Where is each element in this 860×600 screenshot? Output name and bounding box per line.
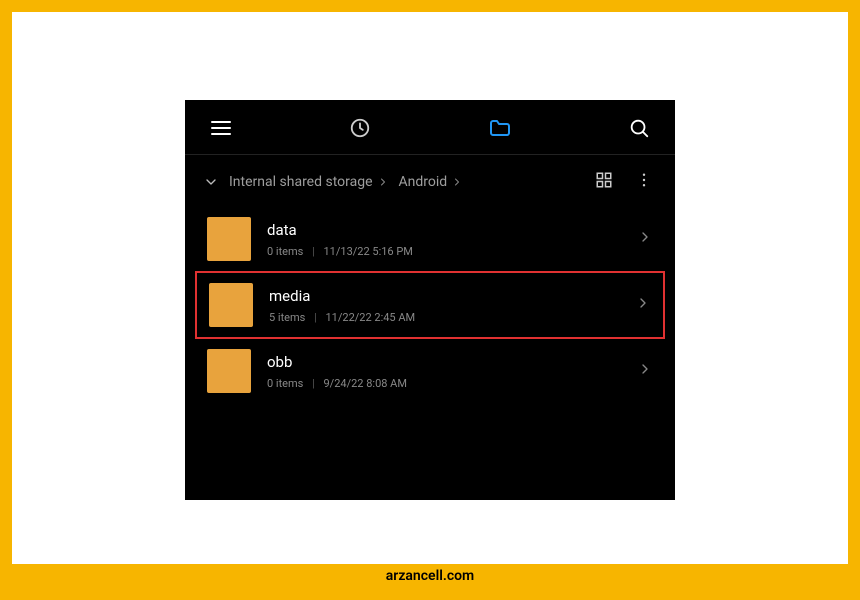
folder-open-chevron[interactable] — [635, 295, 651, 315]
chevron-right-icon — [635, 295, 651, 311]
search-icon — [628, 117, 650, 139]
breadcrumb[interactable]: Internal shared storage Android — [203, 174, 463, 190]
folder-text: obb 0 items | 9/24/22 8:08 AM — [267, 353, 621, 390]
breadcrumb-root[interactable]: Internal shared storage — [229, 174, 389, 190]
folder-meta: 5 items | 11/22/22 2:45 AM — [269, 311, 619, 324]
more-vertical-icon — [635, 171, 653, 189]
file-manager-screen: Internal shared storage Android — [185, 100, 675, 500]
chevron-right-icon — [637, 229, 653, 245]
grid-view-button[interactable] — [595, 171, 613, 193]
folder-name: data — [267, 221, 621, 239]
meta-divider: | — [312, 245, 315, 258]
files-tab[interactable] — [486, 114, 514, 142]
recent-tab[interactable] — [346, 114, 374, 142]
folder-meta: 0 items | 11/13/22 5:16 PM — [267, 245, 621, 258]
folder-thumbnail-icon — [209, 283, 253, 327]
meta-divider: | — [314, 311, 317, 324]
folder-text: media 5 items | 11/22/22 2:45 AM — [269, 287, 619, 324]
folder-date: 11/22/22 2:45 AM — [326, 311, 416, 324]
watermark: arzancell.com — [12, 564, 848, 588]
folder-name: media — [269, 287, 619, 305]
breadcrumb-actions — [595, 171, 653, 193]
folder-items-count: 5 items — [269, 311, 305, 324]
hamburger-icon — [209, 116, 233, 140]
breadcrumb-row: Internal shared storage Android — [185, 155, 675, 207]
chevron-right-icon — [451, 176, 463, 188]
folder-row-media[interactable]: media 5 items | 11/22/22 2:45 AM — [195, 271, 665, 339]
breadcrumb-item[interactable]: Android — [399, 174, 464, 190]
chevron-right-icon — [377, 176, 389, 188]
frame: Internal shared storage Android — [0, 0, 860, 600]
folder-list: data 0 items | 11/13/22 5:16 PM media 5 … — [185, 207, 675, 500]
watermark-text: arzancell.com — [386, 568, 474, 584]
menu-button[interactable] — [207, 114, 235, 142]
more-options-button[interactable] — [635, 171, 653, 193]
folder-row-data[interactable]: data 0 items | 11/13/22 5:16 PM — [195, 207, 665, 271]
folder-items-count: 0 items — [267, 377, 303, 390]
meta-divider: | — [312, 377, 315, 390]
folder-meta: 0 items | 9/24/22 8:08 AM — [267, 377, 621, 390]
folder-thumbnail-icon — [207, 349, 251, 393]
breadcrumb-root-label: Internal shared storage — [229, 174, 373, 190]
grid-icon — [595, 171, 613, 189]
folder-icon — [488, 116, 512, 140]
folder-items-count: 0 items — [267, 245, 303, 258]
breadcrumb-item-label: Android — [399, 174, 448, 190]
folder-open-chevron[interactable] — [637, 361, 653, 381]
folder-text: data 0 items | 11/13/22 5:16 PM — [267, 221, 621, 258]
chevron-right-icon — [637, 361, 653, 377]
folder-date: 11/13/22 5:16 PM — [324, 245, 413, 258]
folder-open-chevron[interactable] — [637, 229, 653, 249]
folder-row-obb[interactable]: obb 0 items | 9/24/22 8:08 AM — [195, 339, 665, 403]
top-tab-bar — [185, 100, 675, 155]
search-button[interactable] — [625, 114, 653, 142]
folder-thumbnail-icon — [207, 217, 251, 261]
folder-date: 9/24/22 8:08 AM — [324, 377, 407, 390]
folder-name: obb — [267, 353, 621, 371]
clock-icon — [349, 117, 371, 139]
chevron-down-icon — [203, 174, 219, 190]
